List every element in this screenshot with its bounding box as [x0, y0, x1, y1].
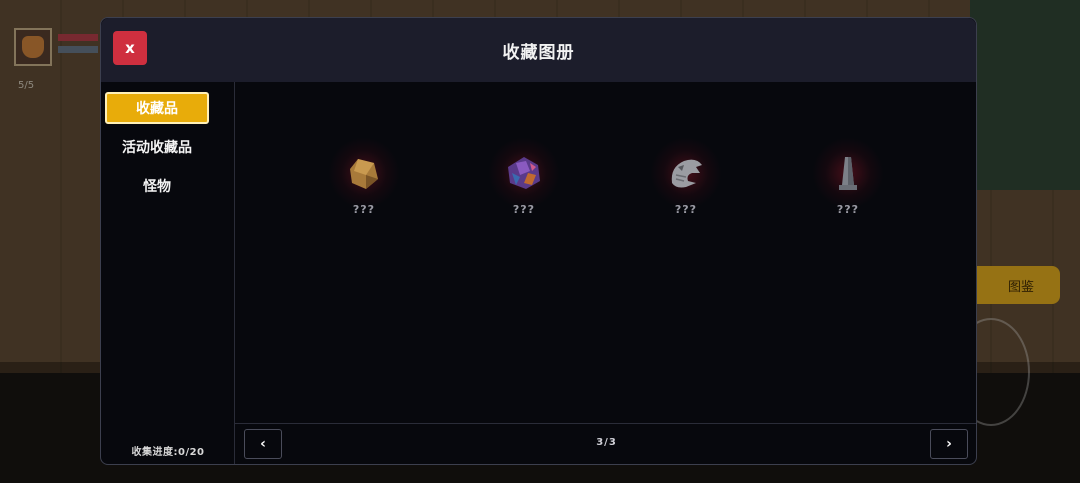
- page-indicator: 3/3: [596, 437, 617, 448]
- item-name: ???: [512, 203, 536, 216]
- item-name: ???: [836, 203, 860, 216]
- collectible-item[interactable]: ???: [641, 138, 731, 238]
- pagination-bar: ‹ 3/3 ›: [235, 423, 976, 464]
- item-name: ???: [674, 203, 698, 216]
- dialog-header: x 收藏图册: [101, 18, 976, 82]
- tab-event-collectibles[interactable]: 活动收藏品: [105, 131, 209, 163]
- amber-crystal-icon: [350, 159, 378, 189]
- item-name: ???: [352, 203, 376, 216]
- tab-monsters[interactable]: 怪物: [105, 170, 209, 202]
- collectible-grid: ??? ??? ??? ???: [235, 82, 976, 425]
- collectible-item[interactable]: ???: [479, 138, 569, 238]
- collection-dialog: x 收藏图册 收藏品 活动收藏品 怪物 收集进度:0/20 ??? ??? ??…: [100, 17, 977, 465]
- dialog-title: 收藏图册: [502, 42, 575, 63]
- next-page-button[interactable]: ›: [930, 429, 968, 459]
- collection-progress: 收集进度:0/20: [131, 447, 205, 458]
- purple-gem-cluster-icon: [508, 157, 540, 189]
- collectible-item[interactable]: ???: [319, 138, 409, 238]
- dragon-skull-icon: [671, 159, 702, 188]
- collectible-item[interactable]: ???: [803, 138, 893, 238]
- category-sidebar: 收藏品 活动收藏品 怪物 收集进度:0/20: [101, 82, 235, 464]
- stone-obelisk-icon: [839, 157, 857, 190]
- close-button[interactable]: x: [113, 31, 147, 65]
- tab-collectibles[interactable]: 收藏品: [105, 92, 209, 124]
